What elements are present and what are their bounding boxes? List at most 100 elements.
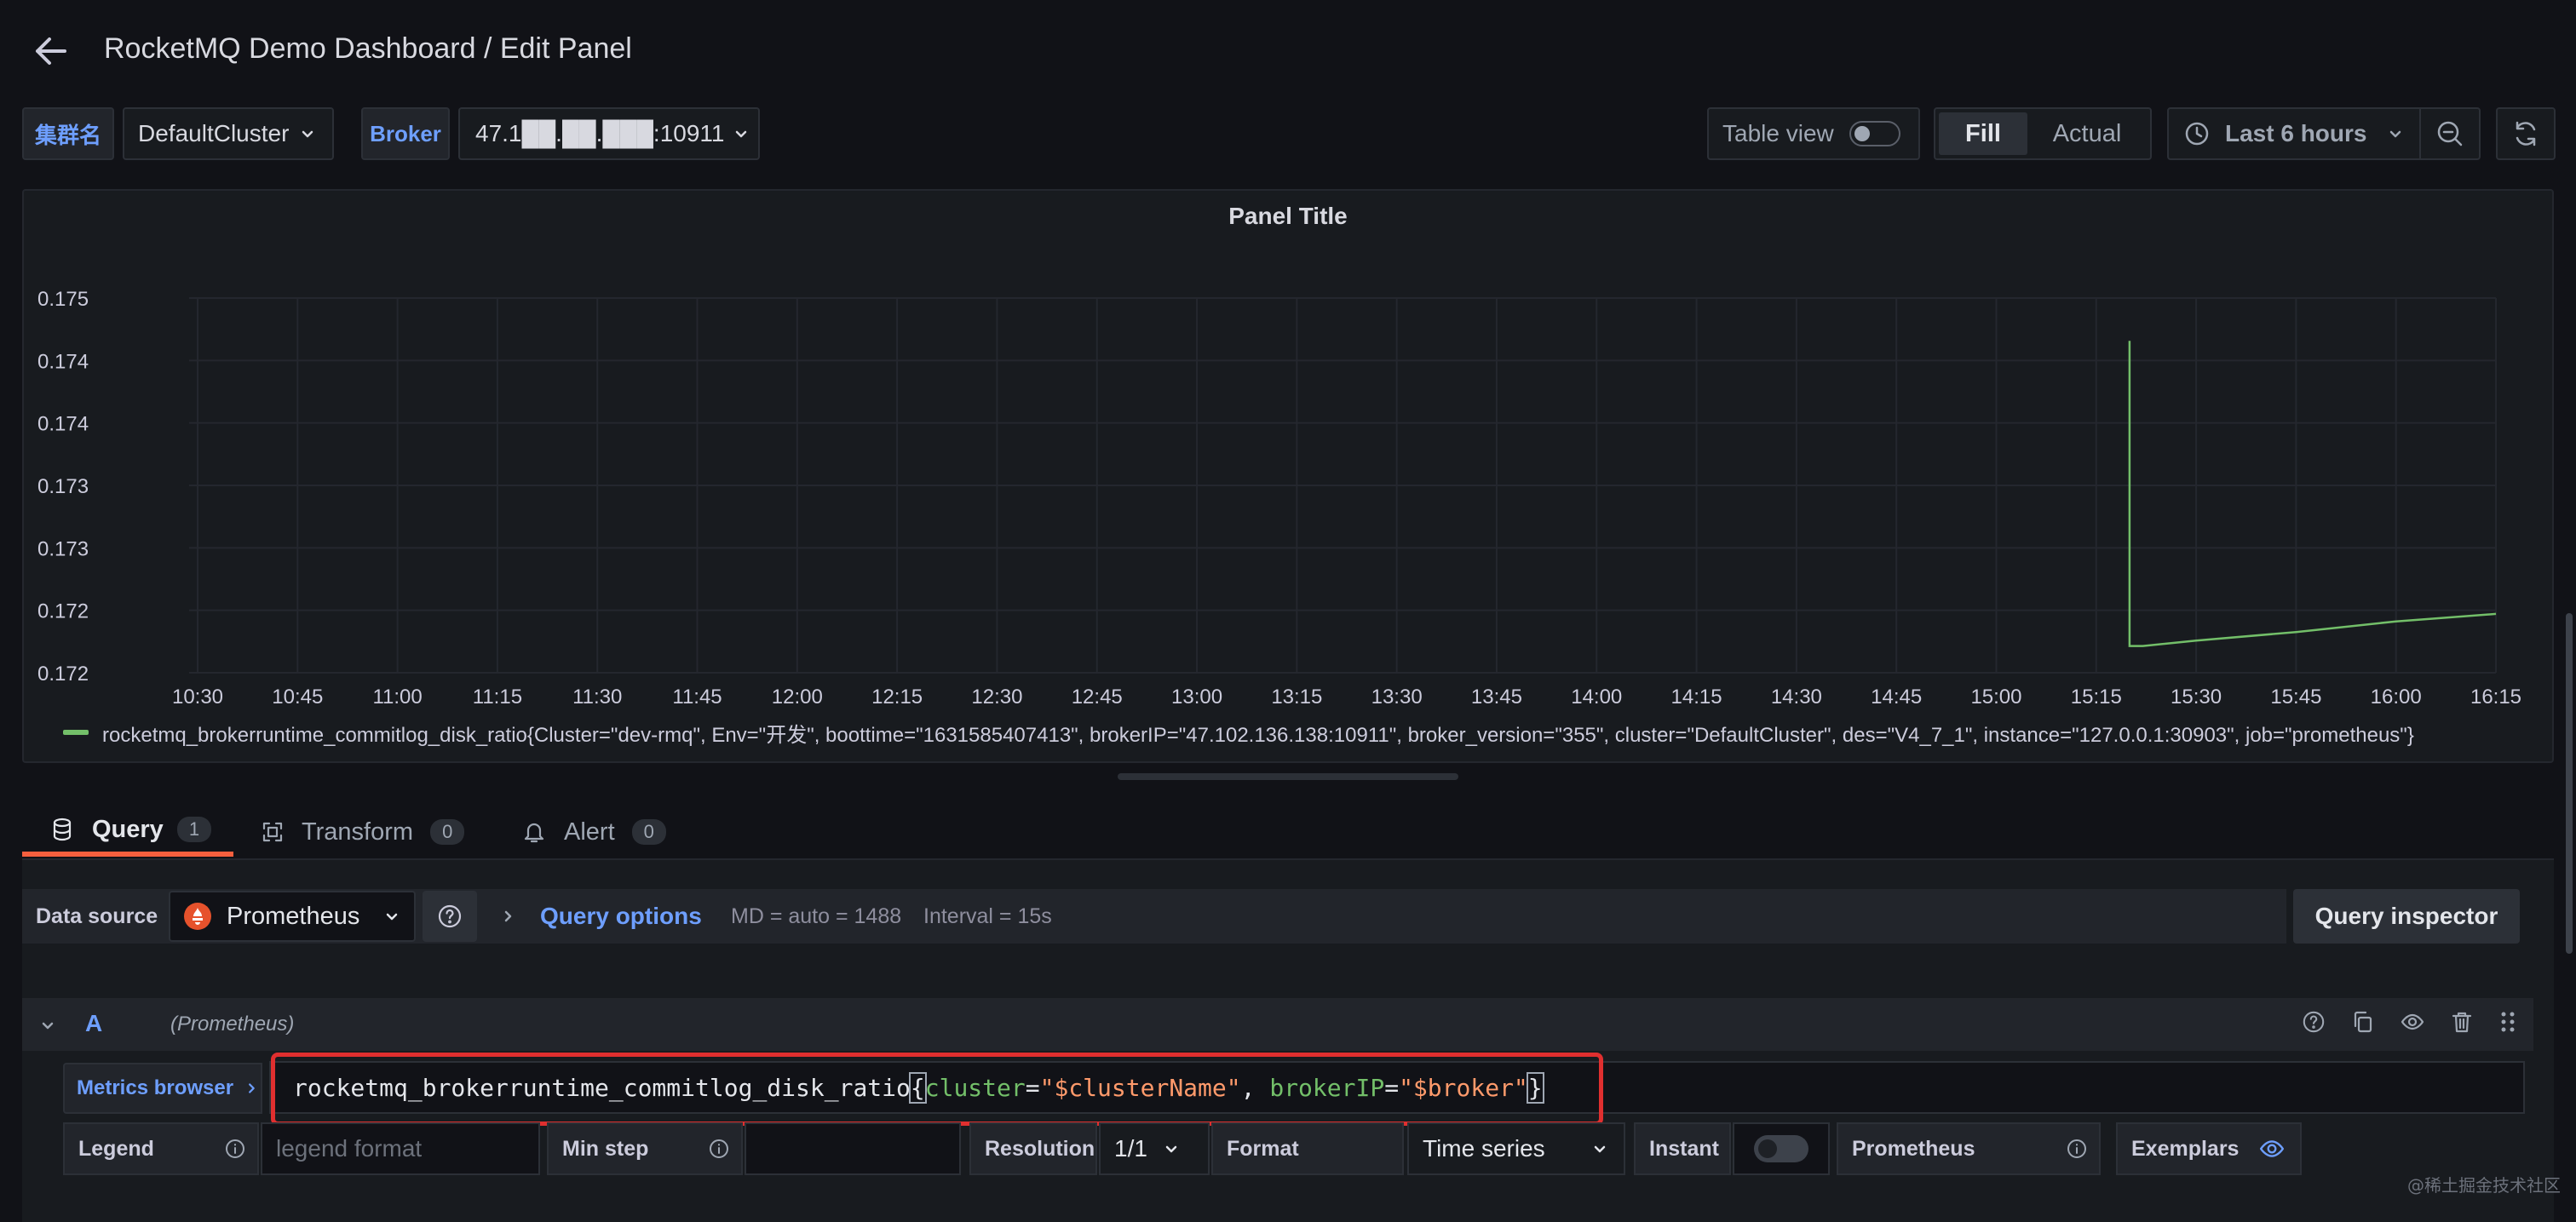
y-tick-label: 0.174	[37, 413, 89, 436]
arrow-left-icon	[36, 37, 66, 65]
instant-switch[interactable]	[1754, 1135, 1808, 1162]
x-tick-label: 14:15	[1671, 686, 1722, 709]
x-tick-label: 14:00	[1571, 686, 1622, 709]
table-view-label: Table view	[1722, 120, 1834, 146]
broker-select-value: 47.1██.██.███:10911	[475, 120, 725, 146]
y-tick-label: 0.173	[37, 475, 89, 498]
instant-label: Instant	[1634, 1122, 1731, 1175]
question-circle-icon[interactable]	[2302, 1010, 2326, 1034]
x-tick-label: 11:15	[473, 686, 522, 709]
chevron-down-icon	[387, 913, 398, 921]
chevron-down-icon	[2390, 130, 2401, 138]
zoom-out-button[interactable]	[2419, 107, 2481, 160]
tab-transform-count: 0	[430, 819, 465, 845]
clock-icon	[2185, 122, 2209, 146]
prometheus-logo-icon	[184, 903, 211, 930]
query-inspector-button[interactable]: Query inspector	[2293, 889, 2520, 944]
tab-alert[interactable]: Alert 0	[523, 807, 666, 857]
x-tick-label: 15:00	[1970, 686, 2021, 709]
query-options-label: Query options	[540, 903, 702, 929]
x-tick-label: 13:15	[1271, 686, 1322, 709]
time-range-picker[interactable]: Last 6 hours	[2167, 107, 2421, 160]
chevron-down-icon[interactable]	[39, 1017, 56, 1034]
x-tick-label: 16:00	[2371, 686, 2422, 709]
y-tick-label: 0.175	[37, 288, 89, 311]
x-tick-label: 15:45	[2270, 686, 2321, 709]
time-series-chart[interactable]: 0.175 0.174 0.174 0.173 0.173 0.172 0.172 10:30…	[22, 273, 2554, 715]
chevron-down-icon	[302, 130, 313, 138]
legend-label: Legend	[63, 1122, 259, 1175]
fill-button[interactable]: Fill	[1939, 112, 2027, 155]
chevron-down-icon	[1594, 1145, 1606, 1153]
eye-icon[interactable]	[2401, 1010, 2424, 1034]
x-tick-label: 12:45	[1072, 686, 1123, 709]
y-tick-label: 0.172	[37, 600, 89, 623]
min-step-label: Min step	[547, 1122, 743, 1175]
datasource-help-button[interactable]	[423, 891, 477, 942]
info-circle-icon[interactable]	[225, 1139, 245, 1159]
legend-format-input[interactable]: legend format	[261, 1122, 540, 1175]
query-highlight-box	[271, 1053, 1603, 1126]
x-tick-label: 15:15	[2071, 686, 2122, 709]
query-ref-id[interactable]: A	[85, 1010, 102, 1037]
page-title: RocketMQ Demo Dashboard / Edit Panel	[104, 32, 632, 65]
zoom-out-icon	[2437, 121, 2463, 146]
x-tick-label: 10:30	[172, 686, 223, 709]
x-tick-label: 12:15	[871, 686, 923, 709]
trash-icon[interactable]	[2450, 1010, 2474, 1034]
query-datasource-hint: (Prometheus)	[170, 1013, 295, 1036]
table-view-switch[interactable]	[1849, 121, 1900, 146]
exemplars-label: Exemplars	[2116, 1122, 2302, 1175]
datasource-label: Data source	[36, 904, 158, 928]
page-scrollbar[interactable]	[2566, 613, 2573, 954]
y-tick-label: 0.174	[37, 350, 89, 373]
resolution-select[interactable]: 1/1	[1099, 1122, 1210, 1175]
chevron-right-icon	[249, 1083, 255, 1093]
table-view-toggle[interactable]: Table view	[1707, 107, 1920, 160]
legend-label-text: Legend	[78, 1136, 154, 1161]
metrics-browser-label: Metrics browser	[77, 1076, 234, 1099]
broker-select[interactable]: 47.1██.██.███:10911	[458, 107, 760, 160]
panel-resize-handle[interactable]	[1118, 773, 1458, 780]
database-icon	[53, 818, 72, 841]
tab-query-count: 1	[176, 817, 212, 842]
query-options-toggle[interactable]: Query options	[499, 901, 702, 932]
query-row-actions	[2302, 1010, 2516, 1034]
copy-icon[interactable]	[2351, 1010, 2375, 1034]
x-tick-label: 11:45	[672, 686, 722, 709]
format-value: Time series	[1423, 1135, 1545, 1162]
drag-handle-icon[interactable]	[2499, 1010, 2516, 1034]
metrics-browser-button[interactable]: Metrics browser	[63, 1063, 262, 1114]
prometheus-type-label-text: Prometheus	[1852, 1136, 1975, 1161]
actual-button[interactable]: Actual	[2027, 112, 2147, 155]
chevron-down-icon	[1165, 1145, 1177, 1153]
info-circle-icon[interactable]	[2067, 1139, 2087, 1159]
chevron-right-icon	[504, 910, 512, 922]
resolution-value: 1/1	[1114, 1135, 1147, 1162]
back-button[interactable]	[31, 31, 72, 72]
legend[interactable]: rocketmq_brokerruntime_commitlog_disk_ra…	[63, 720, 2414, 747]
x-tick-label: 12:00	[772, 686, 823, 709]
legend-series-label: rocketmq_brokerruntime_commitlog_disk_ra…	[102, 723, 2414, 747]
eye-icon[interactable]	[2259, 1136, 2285, 1162]
query-options-interval: Interval = 15s	[923, 904, 1052, 928]
variable-label-cluster: 集群名	[22, 107, 114, 160]
question-circle-icon	[438, 904, 462, 928]
datasource-picker[interactable]: Prometheus	[169, 891, 416, 942]
format-select[interactable]: Time series	[1407, 1122, 1625, 1175]
refresh-button[interactable]	[2496, 107, 2556, 160]
variable-label-broker: Broker	[361, 107, 450, 160]
min-step-label-text: Min step	[562, 1136, 649, 1161]
series-line[interactable]	[2128, 341, 2497, 647]
cluster-select[interactable]: DefaultCluster	[123, 107, 334, 160]
info-circle-icon[interactable]	[709, 1139, 729, 1159]
tab-alert-label: Alert	[564, 818, 615, 846]
min-step-input[interactable]	[745, 1122, 961, 1175]
query-options-md: MD = auto = 1488	[731, 904, 902, 928]
x-tick-label: 13:45	[1471, 686, 1522, 709]
tab-transform[interactable]: Transform 0	[261, 807, 465, 857]
x-tick-label: 11:30	[572, 686, 622, 709]
legend-color-swatch	[63, 730, 89, 735]
tab-query[interactable]: Query 1	[22, 807, 233, 857]
fill-actual-group: Fill Actual	[1934, 107, 2152, 160]
